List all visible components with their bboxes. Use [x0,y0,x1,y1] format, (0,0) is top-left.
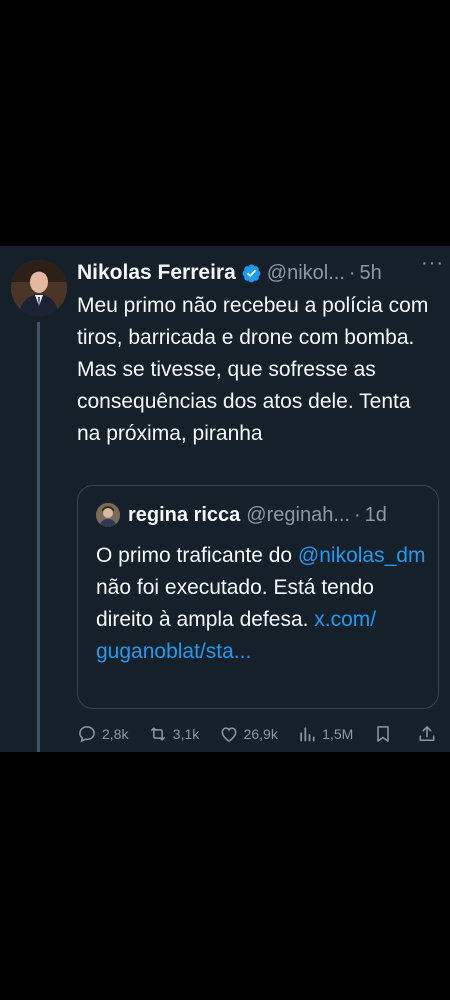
reply-icon [79,726,95,743]
quote-header: regina ricca @reginah... · 1d [96,503,387,527]
quote-timestamp: 1d [364,503,387,526]
thread-line [37,322,40,752]
share-icon [419,726,435,741]
retweet-count: 3,1k [172,726,200,742]
quote-text: O primo traficante do @nikolas_dm não fo… [96,540,426,668]
quote-separator-dot: · [354,503,361,526]
reply-count: 2,8k [102,726,129,742]
quote-author-name: regina ricca [128,503,241,526]
avatar[interactable] [11,260,67,316]
bookmark-button[interactable] [373,724,398,744]
views-button[interactable]: 1,5M [297,724,353,744]
quote-avatar [96,503,120,527]
timestamp[interactable]: 5h [360,262,382,285]
more-options-icon[interactable]: ··· [421,252,444,275]
quote-author-handle: @reginah... [246,503,350,526]
retweet-button[interactable]: 3,1k [148,724,199,744]
separator-dot: · [348,261,356,284]
action-bar: 2,8k 3,1k 26,9k 1,5M [77,722,442,746]
verified-badge-icon [241,263,262,284]
tweet-header: Nikolas Ferreira @nikol... · 5h [77,258,442,288]
reply-button[interactable]: 2,8k [77,724,128,744]
tweet-card[interactable]: Nikolas Ferreira @nikol... · 5h ··· Meu … [0,246,450,752]
views-icon [300,727,315,742]
retweet-icon [150,727,165,741]
quote-tweet[interactable]: regina ricca @reginah... · 1d O primo tr… [77,485,439,709]
like-count: 26,9k [243,726,278,742]
bookmark-icon [376,726,389,742]
mention-link[interactable]: @nikolas_dm [298,544,426,567]
author-handle[interactable]: @nikol... [267,262,345,285]
tweet-text: Meu primo não recebeu a polícia com tiro… [77,294,429,445]
author-name[interactable]: Nikolas Ferreira [77,261,236,285]
like-button[interactable]: 26,9k [219,724,278,744]
quote-text-part1: O primo traficante do [96,544,298,567]
share-button[interactable] [417,724,442,744]
like-icon [221,727,237,742]
views-count: 1,5M [322,726,354,742]
